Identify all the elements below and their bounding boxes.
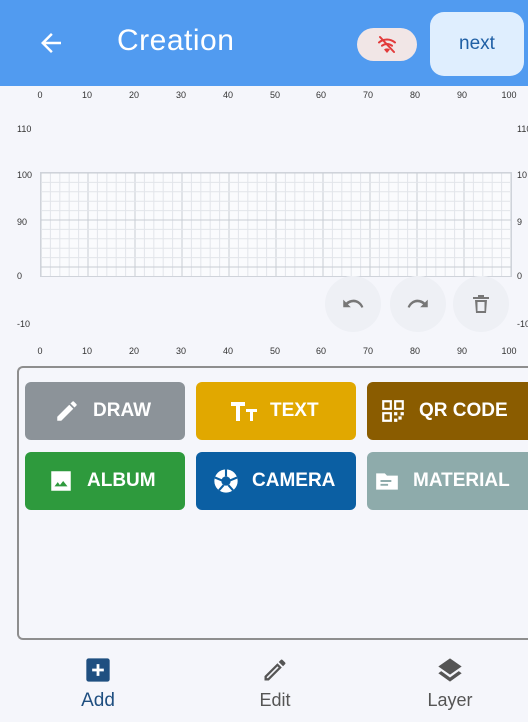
- material-label: MATERIAL: [413, 470, 510, 491]
- ruler-y-label-left: 90: [17, 217, 28, 227]
- page-title: Creation: [117, 24, 235, 57]
- nav-add[interactable]: Add: [10, 650, 186, 722]
- ruler-tick-label: 90: [456, 346, 468, 356]
- ruler-top: 0 10 20 30 40 50 60 70 80 90 100: [0, 90, 528, 104]
- ruler-y-label-left: -10: [17, 319, 31, 329]
- ruler-y-label-left: 100: [17, 170, 33, 180]
- ruler-tick-label: 30: [175, 346, 187, 356]
- draw-button[interactable]: DRAW: [25, 382, 185, 440]
- ruler-tick-label: 20: [128, 346, 140, 356]
- ruler-y-label-right: -10: [517, 319, 528, 329]
- album-label: ALBUM: [87, 470, 156, 491]
- ruler-tick-label: 30: [175, 90, 187, 100]
- ruler-y-label-right: 10: [517, 170, 528, 180]
- wifi-off-icon: [378, 35, 396, 53]
- ruler-y-label-right: 110: [517, 124, 528, 134]
- ruler-tick-label: 10: [81, 346, 93, 356]
- ruler-tick-label: 70: [362, 346, 374, 356]
- ruler-tick-label: 100: [501, 90, 517, 100]
- ruler-bottom: 0 10 20 30 40 50 60 70 80 90 100: [0, 346, 528, 360]
- ruler-tick-label: 0: [37, 90, 43, 100]
- image-icon: [47, 467, 75, 495]
- undo-icon: [343, 299, 364, 308]
- ruler-tick-label: 40: [222, 90, 234, 100]
- camera-label: CAMERA: [252, 470, 336, 491]
- album-button[interactable]: ALBUM: [25, 452, 185, 510]
- delete-button[interactable]: [453, 276, 509, 332]
- pencil-icon: [264, 659, 286, 681]
- ruler-y-label-left: 110: [17, 124, 32, 134]
- draw-label: DRAW: [93, 400, 152, 421]
- back-arrow-icon[interactable]: [36, 28, 66, 58]
- nav-layer[interactable]: Layer: [362, 650, 528, 722]
- next-button[interactable]: next: [430, 12, 524, 76]
- camera-button[interactable]: CAMERA: [196, 452, 356, 510]
- ruler-tick-label: 50: [269, 346, 281, 356]
- nav-layer-label: Layer: [427, 690, 473, 710]
- add-square-icon: [86, 658, 110, 682]
- undo-button[interactable]: [325, 276, 381, 332]
- qr-code-button[interactable]: QR CODE: [367, 382, 528, 440]
- text-size-icon: [230, 397, 258, 425]
- redo-button[interactable]: [390, 276, 446, 332]
- material-button[interactable]: MATERIAL: [367, 452, 528, 510]
- top-app-bar: Creation next: [0, 0, 528, 86]
- nav-edit-label: Edit: [259, 690, 291, 710]
- pencil-icon: [53, 397, 81, 425]
- ruler-tick-label: 10: [81, 90, 93, 100]
- connection-status-pill[interactable]: [357, 28, 417, 61]
- nav-edit[interactable]: Edit: [187, 650, 363, 722]
- layers-icon: [438, 658, 462, 682]
- ruler-tick-label: 90: [456, 90, 468, 100]
- camera-shutter-icon: [212, 467, 240, 495]
- label-canvas-grid[interactable]: [40, 172, 512, 277]
- text-button[interactable]: TEXT: [196, 382, 356, 440]
- ruler-tick-label: 80: [409, 346, 421, 356]
- ruler-tick-label: 100: [501, 346, 517, 356]
- ruler-tick-label: 0: [37, 346, 43, 356]
- ruler-tick-label: 20: [128, 90, 140, 100]
- ruler-tick-label: 60: [315, 90, 327, 100]
- ruler-tick-label: 80: [409, 90, 421, 100]
- ruler-tick-label: 60: [315, 346, 327, 356]
- ruler-tick-label: 40: [222, 346, 234, 356]
- qr-code-label: QR CODE: [419, 400, 508, 421]
- ruler-y-label-right: 9: [517, 217, 523, 227]
- ruler-y-label-right: 0: [517, 271, 523, 281]
- ruler-tick-label: 50: [269, 90, 281, 100]
- text-label: TEXT: [270, 400, 319, 421]
- nav-add-label: Add: [81, 690, 115, 711]
- ruler-tick-label: 70: [362, 90, 374, 100]
- ruler-y-label-left: 0: [17, 271, 23, 281]
- qr-code-icon: [379, 397, 407, 425]
- trash-icon: [473, 295, 489, 313]
- folder-icon: [373, 467, 401, 495]
- redo-icon: [407, 299, 428, 308]
